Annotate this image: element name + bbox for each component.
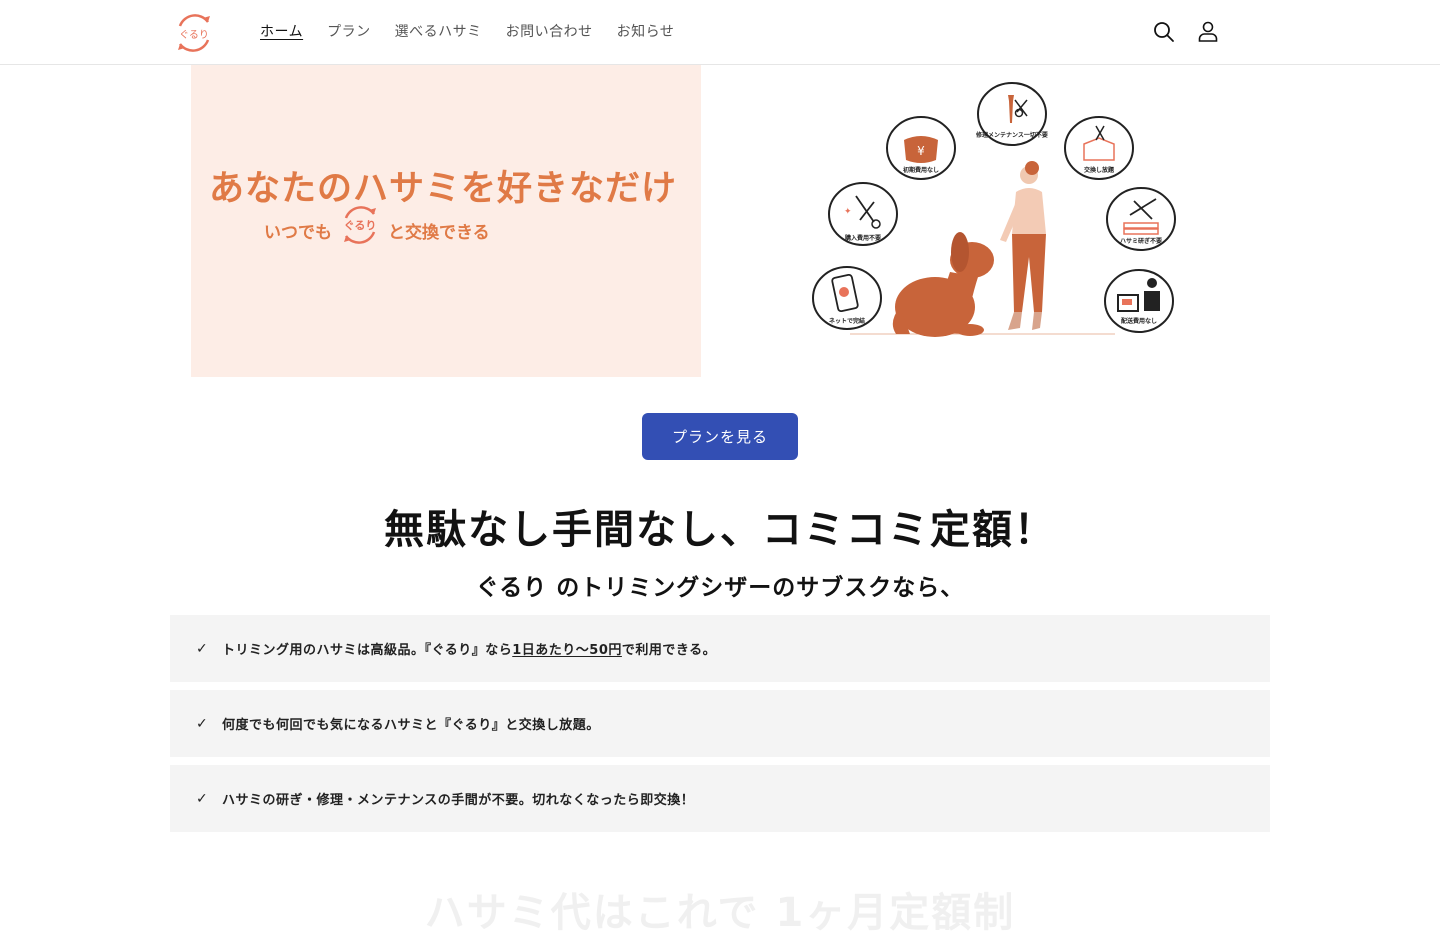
feature-text-underline: 1日あたり～50円 [512,643,622,658]
mini-logo-text: ぐるり [344,219,377,232]
feature-text-after: で利用できる。 [621,643,717,658]
feature-list: ✓ トリミング用のハサミは高級品。『ぐるり』なら1日あたり～50円で利用できる。… [170,615,1270,840]
feature-text-before: トリミング用のハサミは高級品。『ぐるり』なら [222,643,513,658]
bubble-no-initial-cost: ¥ 初期費用なし [884,114,958,184]
nav-scissors[interactable]: 選べるハサミ [395,22,482,42]
search-icon[interactable] [1152,20,1176,44]
hero-title: あなたのハサミを好きなだけ [209,169,678,209]
check-icon: ✓ [196,790,209,807]
bubble-label-free-shipping: 配送費用なし [1120,318,1157,325]
hero-sub-before: いつでも [264,222,332,243]
bubble-no-sharpening: ハサミ研ぎ不要 [1104,185,1178,255]
bubble-label-no-purchase: 購入費用不要 [844,235,881,242]
check-icon: ✓ [196,715,209,732]
feature-text: 何度でも何回でも気になるハサミと『ぐるり』と交換し放題。 [222,718,600,733]
feature-item: ✓ 何度でも何回でも気になるハサミと『ぐるり』と交換し放題。 [170,690,1270,757]
feature-text: トリミング用のハサミは高級品。『ぐるり』なら1日あたり～50円で利用できる。 [222,639,716,658]
bubble-maintenance: 修理メンテナンス一切不要 [975,80,1049,150]
site-header: ぐるり ホーム プラン 選べるハサミ お問い合わせ お知らせ [0,0,1440,65]
bubble-label-no-initial-cost: 初期費用なし [902,167,939,174]
feature-text: ハサミの研ぎ・修理・メンテナンスの手間が不要。切れなくなったら即交換！ [222,793,695,808]
guruli-mini-logo: ぐるり [344,206,377,244]
hero-illustration: 修理メンテナンス一切不要 ¥ 初期費用なし 交換し放題 ✦ 購入費用不要 ハサミ… [800,72,1190,362]
bubble-label-online: ネットで完結 [828,318,865,325]
hero-banner: あなたのハサミを好きなだけ いつでも ぐるり と交換できる [191,65,701,377]
view-plans-button[interactable]: プランを見る [642,413,798,460]
account-icon[interactable] [1196,20,1220,44]
nav-home[interactable]: ホーム [260,22,303,42]
logo-text: ぐるり [179,29,209,41]
main-nav: ホーム プラン 選べるハサミ お問い合わせ お知らせ [260,22,698,42]
svg-text:¥: ¥ [917,144,925,158]
feature-item: ✓ トリミング用のハサミは高級品。『ぐるり』なら1日あたり～50円で利用できる。 [170,615,1270,682]
bubble-unlimited-exchange: 交換し放題 [1062,114,1136,184]
svg-text:✦: ✦ [844,207,852,217]
bubble-label-no-sharpening: ハサミ研ぎ不要 [1119,238,1162,245]
feature-item: ✓ ハサミの研ぎ・修理・メンテナンスの手間が不要。切れなくなったら即交換！ [170,765,1270,832]
hero-sub-after: と交換できる [388,222,490,243]
hero-subtitle: いつでも ぐるり と交換できる [264,206,490,246]
bubble-no-purchase: ✦ 購入費用不要 [826,180,900,250]
nav-plan[interactable]: プラン [327,22,371,42]
guruli-logo[interactable]: ぐるり [172,12,216,54]
bubble-free-shipping: 配送費用なし [1102,267,1176,337]
next-section-heading: ハサミ代はこれで 1ヶ月定額制 [424,890,1016,936]
bubble-online: ネットで完結 [810,264,884,334]
sub-headline: ぐるり のトリミングシザーのサブスクなら、 [475,575,965,601]
delivery-icon [1104,269,1174,333]
bubble-label-maintenance: 修理メンテナンス一切不要 [976,132,1048,139]
wrench-scissors-icon [977,82,1047,146]
dog-illustration [892,232,994,337]
main-headline: 無駄なし手間なし、コミコミ定額！ [384,507,1056,553]
nav-news[interactable]: お知らせ [617,22,675,42]
check-icon: ✓ [196,640,209,657]
bubble-label-unlimited-exchange: 交換し放題 [1083,167,1114,174]
woman-illustration [1000,161,1046,330]
nav-contact[interactable]: お問い合わせ [506,22,593,42]
